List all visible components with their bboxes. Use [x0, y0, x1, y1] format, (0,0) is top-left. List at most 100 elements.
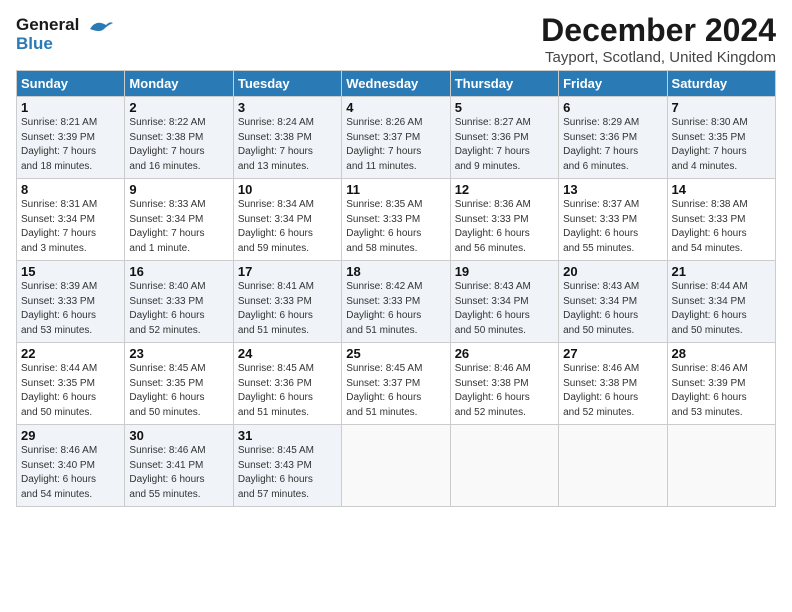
day-number: 15: [21, 264, 120, 279]
day-cell: 18Sunrise: 8:42 AM Sunset: 3:33 PM Dayli…: [342, 261, 450, 343]
day-info: Sunrise: 8:46 AM Sunset: 3:38 PM Dayligh…: [563, 362, 662, 420]
day-cell: [342, 425, 450, 507]
col-monday: Monday: [125, 71, 233, 97]
day-info: Sunrise: 8:45 AM Sunset: 3:36 PM Dayligh…: [238, 362, 337, 420]
day-info: Sunrise: 8:26 AM Sunset: 3:37 PM Dayligh…: [346, 116, 445, 174]
day-info: Sunrise: 8:42 AM Sunset: 3:33 PM Dayligh…: [346, 280, 445, 338]
day-cell: 31Sunrise: 8:45 AM Sunset: 3:43 PM Dayli…: [233, 425, 341, 507]
week-row-5: 29Sunrise: 8:46 AM Sunset: 3:40 PM Dayli…: [17, 425, 776, 507]
day-cell: 4Sunrise: 8:26 AM Sunset: 3:37 PM Daylig…: [342, 97, 450, 179]
day-cell: [559, 425, 667, 507]
day-cell: 9Sunrise: 8:33 AM Sunset: 3:34 PM Daylig…: [125, 179, 233, 261]
day-cell: 10Sunrise: 8:34 AM Sunset: 3:34 PM Dayli…: [233, 179, 341, 261]
col-tuesday: Tuesday: [233, 71, 341, 97]
day-number: 9: [129, 182, 228, 197]
day-info: Sunrise: 8:33 AM Sunset: 3:34 PM Dayligh…: [129, 198, 228, 256]
week-row-4: 22Sunrise: 8:44 AM Sunset: 3:35 PM Dayli…: [17, 343, 776, 425]
day-info: Sunrise: 8:39 AM Sunset: 3:33 PM Dayligh…: [21, 280, 120, 338]
day-cell: 7Sunrise: 8:30 AM Sunset: 3:35 PM Daylig…: [667, 97, 775, 179]
day-number: 17: [238, 264, 337, 279]
day-cell: 14Sunrise: 8:38 AM Sunset: 3:33 PM Dayli…: [667, 179, 775, 261]
day-info: Sunrise: 8:36 AM Sunset: 3:33 PM Dayligh…: [455, 198, 554, 256]
day-cell: 1Sunrise: 8:21 AM Sunset: 3:39 PM Daylig…: [17, 97, 125, 179]
day-number: 27: [563, 346, 662, 361]
day-number: 20: [563, 264, 662, 279]
day-info: Sunrise: 8:38 AM Sunset: 3:33 PM Dayligh…: [672, 198, 771, 256]
day-cell: 22Sunrise: 8:44 AM Sunset: 3:35 PM Dayli…: [17, 343, 125, 425]
day-cell: 28Sunrise: 8:46 AM Sunset: 3:39 PM Dayli…: [667, 343, 775, 425]
day-number: 2: [129, 100, 228, 115]
day-info: Sunrise: 8:44 AM Sunset: 3:35 PM Dayligh…: [21, 362, 120, 420]
day-cell: 25Sunrise: 8:45 AM Sunset: 3:37 PM Dayli…: [342, 343, 450, 425]
logo: General Blue: [16, 16, 114, 53]
week-row-1: 1Sunrise: 8:21 AM Sunset: 3:39 PM Daylig…: [17, 97, 776, 179]
day-cell: 3Sunrise: 8:24 AM Sunset: 3:38 PM Daylig…: [233, 97, 341, 179]
week-row-2: 8Sunrise: 8:31 AM Sunset: 3:34 PM Daylig…: [17, 179, 776, 261]
day-number: 23: [129, 346, 228, 361]
day-cell: 12Sunrise: 8:36 AM Sunset: 3:33 PM Dayli…: [450, 179, 558, 261]
day-number: 11: [346, 182, 445, 197]
day-info: Sunrise: 8:29 AM Sunset: 3:36 PM Dayligh…: [563, 116, 662, 174]
day-info: Sunrise: 8:40 AM Sunset: 3:33 PM Dayligh…: [129, 280, 228, 338]
day-cell: 19Sunrise: 8:43 AM Sunset: 3:34 PM Dayli…: [450, 261, 558, 343]
day-info: Sunrise: 8:24 AM Sunset: 3:38 PM Dayligh…: [238, 116, 337, 174]
location-subtitle: Tayport, Scotland, United Kingdom: [541, 49, 776, 66]
day-cell: 24Sunrise: 8:45 AM Sunset: 3:36 PM Dayli…: [233, 343, 341, 425]
day-cell: 30Sunrise: 8:46 AM Sunset: 3:41 PM Dayli…: [125, 425, 233, 507]
day-info: Sunrise: 8:37 AM Sunset: 3:33 PM Dayligh…: [563, 198, 662, 256]
day-info: Sunrise: 8:46 AM Sunset: 3:40 PM Dayligh…: [21, 444, 120, 502]
header: General Blue December 2024 Tayport, Scot…: [16, 12, 776, 66]
day-cell: 13Sunrise: 8:37 AM Sunset: 3:33 PM Dayli…: [559, 179, 667, 261]
logo-line1: General: [16, 16, 114, 35]
day-info: Sunrise: 8:44 AM Sunset: 3:34 PM Dayligh…: [672, 280, 771, 338]
day-info: Sunrise: 8:41 AM Sunset: 3:33 PM Dayligh…: [238, 280, 337, 338]
title-block: December 2024 Tayport, Scotland, United …: [541, 12, 776, 66]
day-info: Sunrise: 8:45 AM Sunset: 3:43 PM Dayligh…: [238, 444, 337, 502]
day-number: 5: [455, 100, 554, 115]
logo-line2: Blue: [16, 35, 114, 54]
day-number: 10: [238, 182, 337, 197]
day-cell: 6Sunrise: 8:29 AM Sunset: 3:36 PM Daylig…: [559, 97, 667, 179]
col-friday: Friday: [559, 71, 667, 97]
day-number: 30: [129, 428, 228, 443]
day-cell: 16Sunrise: 8:40 AM Sunset: 3:33 PM Dayli…: [125, 261, 233, 343]
week-row-3: 15Sunrise: 8:39 AM Sunset: 3:33 PM Dayli…: [17, 261, 776, 343]
col-wednesday: Wednesday: [342, 71, 450, 97]
day-number: 3: [238, 100, 337, 115]
day-cell: 27Sunrise: 8:46 AM Sunset: 3:38 PM Dayli…: [559, 343, 667, 425]
day-info: Sunrise: 8:46 AM Sunset: 3:38 PM Dayligh…: [455, 362, 554, 420]
day-info: Sunrise: 8:43 AM Sunset: 3:34 PM Dayligh…: [563, 280, 662, 338]
day-info: Sunrise: 8:30 AM Sunset: 3:35 PM Dayligh…: [672, 116, 771, 174]
day-cell: 2Sunrise: 8:22 AM Sunset: 3:38 PM Daylig…: [125, 97, 233, 179]
day-cell: 11Sunrise: 8:35 AM Sunset: 3:33 PM Dayli…: [342, 179, 450, 261]
day-info: Sunrise: 8:22 AM Sunset: 3:38 PM Dayligh…: [129, 116, 228, 174]
day-cell: 26Sunrise: 8:46 AM Sunset: 3:38 PM Dayli…: [450, 343, 558, 425]
col-thursday: Thursday: [450, 71, 558, 97]
day-number: 6: [563, 100, 662, 115]
day-info: Sunrise: 8:27 AM Sunset: 3:36 PM Dayligh…: [455, 116, 554, 174]
day-number: 7: [672, 100, 771, 115]
month-title: December 2024: [541, 12, 776, 49]
day-info: Sunrise: 8:21 AM Sunset: 3:39 PM Dayligh…: [21, 116, 120, 174]
day-cell: 15Sunrise: 8:39 AM Sunset: 3:33 PM Dayli…: [17, 261, 125, 343]
day-cell: 29Sunrise: 8:46 AM Sunset: 3:40 PM Dayli…: [17, 425, 125, 507]
day-number: 16: [129, 264, 228, 279]
day-number: 31: [238, 428, 337, 443]
day-info: Sunrise: 8:46 AM Sunset: 3:41 PM Dayligh…: [129, 444, 228, 502]
day-number: 19: [455, 264, 554, 279]
day-number: 29: [21, 428, 120, 443]
day-cell: [667, 425, 775, 507]
day-number: 14: [672, 182, 771, 197]
calendar-body: 1Sunrise: 8:21 AM Sunset: 3:39 PM Daylig…: [17, 97, 776, 507]
logo-bird-icon: [86, 17, 114, 35]
day-number: 26: [455, 346, 554, 361]
day-number: 13: [563, 182, 662, 197]
day-cell: 21Sunrise: 8:44 AM Sunset: 3:34 PM Dayli…: [667, 261, 775, 343]
day-cell: 17Sunrise: 8:41 AM Sunset: 3:33 PM Dayli…: [233, 261, 341, 343]
day-number: 25: [346, 346, 445, 361]
calendar-table: Sunday Monday Tuesday Wednesday Thursday…: [16, 70, 776, 507]
day-cell: 5Sunrise: 8:27 AM Sunset: 3:36 PM Daylig…: [450, 97, 558, 179]
day-number: 12: [455, 182, 554, 197]
day-info: Sunrise: 8:46 AM Sunset: 3:39 PM Dayligh…: [672, 362, 771, 420]
day-info: Sunrise: 8:35 AM Sunset: 3:33 PM Dayligh…: [346, 198, 445, 256]
